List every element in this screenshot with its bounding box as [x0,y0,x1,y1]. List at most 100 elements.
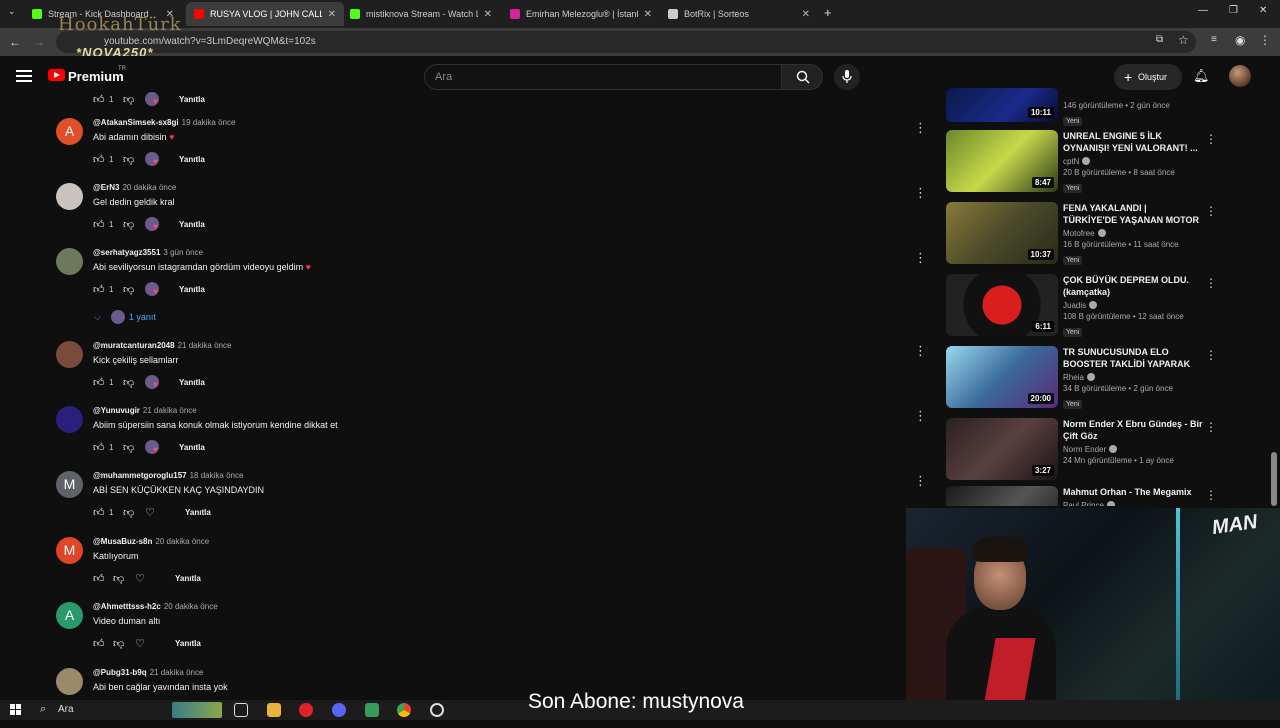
like-icon[interactable]: 👍︎ [93,93,105,106]
comment-author[interactable]: @Pubg31-b9q [93,668,147,677]
like-icon[interactable]: 👍︎ [93,506,105,519]
comment-author[interactable]: @muhammetgoroglu157 [93,471,187,480]
related-video[interactable]: 10:11 146 görüntüleme • 2 gün önce Yeni [946,88,1216,126]
like-icon[interactable]: 👍︎ [93,376,105,389]
media-controls-icon[interactable]: ≡ [1211,34,1217,45]
video-title[interactable]: Norm Ender X Ebru Gündeş - Bir Çift Göz [1063,418,1203,442]
video-title[interactable]: UNREAL ENGINE 5 İLK OYNANIŞI! YENİ VALOR… [1063,130,1203,154]
video-menu-icon[interactable]: ⋮ [1205,132,1217,146]
comment-time[interactable]: 20 dakika önce [155,537,209,546]
video-thumbnail[interactable]: 10:11 [946,88,1058,122]
opera-icon[interactable] [299,703,313,717]
create-button[interactable]: + Oluştur [1114,64,1182,90]
windows-start-icon[interactable] [10,704,21,715]
comment-author[interactable]: @muratcanturan2048 [93,341,175,350]
video-thumbnail[interactable]: 10:37 [946,202,1058,264]
channel-name[interactable]: Paul Prince [1063,501,1104,506]
channel-name[interactable]: Juadis [1063,301,1086,310]
new-tab-icon[interactable]: + [824,5,832,20]
channel-name[interactable]: Rheia [1063,373,1084,382]
like-icon[interactable]: 👍︎ [93,283,105,296]
browser-tab[interactable]: mistiknova Stream - Watch Live ✕ [342,2,500,26]
file-explorer-icon[interactable] [267,703,281,717]
related-video[interactable]: Mahmut Orhan - The Megamix Paul Prince ⋮ [946,486,1216,506]
related-video[interactable]: 6:11 ÇOK BÜYÜK DEPREM OLDU. (kamçatka) Jua… [946,274,1217,338]
menu-icon[interactable] [16,70,32,82]
comment-menu-icon[interactable]: ⋮ [914,343,927,359]
voice-search-button[interactable] [834,64,860,90]
commenter-avatar[interactable]: A [56,602,83,629]
like-icon[interactable]: 👍︎ [93,441,105,454]
comment-author[interactable]: @MusaBuz-s8n [93,537,152,546]
commenter-avatar[interactable]: M [56,471,83,498]
tab-close-icon[interactable]: ✕ [644,9,652,20]
heart-outline-icon[interactable]: ♡ [135,637,165,650]
address-bar[interactable]: youtube.com/watch?v=3LmDeqreWQM&t=102s [56,31,1196,53]
reply-button[interactable]: Yanıtla [179,443,205,452]
notifications-bell-icon[interactable]: 🔔︎ [1193,68,1210,84]
video-title[interactable]: FENA YAKALANDI | TÜRKİYE'DE YAŞANAN MOTO… [1063,202,1203,226]
reply-button[interactable]: Yanıtla [175,574,201,583]
youtube-logo-icon[interactable] [48,69,65,81]
video-title[interactable]: TR SUNUCUSUNDA ELO BOOSTER TAKLİDİ YAPAR… [1063,346,1203,370]
comment-time[interactable]: 21 dakika önce [143,406,197,415]
view-replies-button[interactable]: ⌵ 1 yanıt [94,310,156,324]
heart-outline-icon[interactable]: ♡ [145,506,175,519]
tab-close-icon[interactable]: ✕ [328,9,336,20]
forward-icon[interactable]: → [33,35,45,49]
scrollbar-thumb[interactable] [1271,452,1277,506]
reply-button[interactable]: Yanıtla [179,285,205,294]
tab-search-icon[interactable]: ⌄ [8,6,16,17]
browser-tab[interactable]: RUSYA VLOG | JOHN CALLIANO ✕ [186,2,344,26]
dislike-icon[interactable]: 👎︎ [123,93,145,106]
dislike-icon[interactable]: 👎︎ [123,376,145,389]
channel-name[interactable]: Norm Ender [1063,445,1106,454]
browser-menu-icon[interactable]: ⋮ [1259,33,1271,47]
dislike-icon[interactable]: 👎︎ [123,218,145,231]
related-video[interactable]: 20:00 TR SUNUCUSUNDA ELO BOOSTER TAKLİDİ … [946,346,1217,410]
like-icon[interactable]: 👍︎ [93,218,105,231]
comment-author[interactable]: @Yunuvugir [93,406,140,415]
comment-author[interactable]: @ErN3 [93,183,119,192]
comment-time[interactable]: 20 dakika önce [164,602,218,611]
channel-name[interactable]: Motofree [1063,229,1095,238]
browser-tab[interactable]: Emirhan Melezoglu® | İstanbul ✕ [502,2,660,26]
dislike-icon[interactable]: 👎︎ [123,506,145,519]
tab-close-icon[interactable]: ✕ [802,9,810,20]
dislike-icon[interactable]: 👎︎ [113,637,135,650]
reply-button[interactable]: Yanıtla [179,95,205,104]
video-thumbnail[interactable]: 6:11 [946,274,1058,336]
video-menu-icon[interactable]: ⋮ [1205,204,1217,218]
profile-icon[interactable]: ◉ [1235,33,1245,47]
browser-tab[interactable]: BotRix | Sorteos ✕ [660,2,818,26]
close-window-icon[interactable]: ✕ [1259,5,1267,16]
bookmark-star-icon[interactable]: ☆ [1178,33,1189,47]
video-thumbnail[interactable]: 20:00 [946,346,1058,408]
video-thumbnail[interactable]: 3:27 [946,418,1058,480]
search-input[interactable]: Ara [424,64,782,90]
commenter-avatar[interactable] [56,183,83,210]
video-title[interactable]: Mahmut Orhan - The Megamix [1063,486,1203,498]
reply-button[interactable]: Yanıtla [179,220,205,229]
related-video[interactable]: 8:47 UNREAL ENGINE 5 İLK OYNANIŞI! YENİ V… [946,130,1217,194]
obs-icon[interactable] [430,703,444,717]
dislike-icon[interactable]: 👎︎ [113,572,135,585]
comment-menu-icon[interactable]: ⋮ [914,185,927,201]
comment-author[interactable]: @AtakanSimsek-sx8gi [93,118,179,127]
dislike-icon[interactable]: 👎︎ [123,153,145,166]
comment-menu-icon[interactable]: ⋮ [914,408,927,424]
weather-widget-icon[interactable] [172,702,222,718]
comment-time[interactable]: 21 dakika önce [150,668,204,677]
related-video[interactable]: 3:27 Norm Ender X Ebru Gündeş - Bir Çift … [946,418,1217,482]
dislike-icon[interactable]: 👎︎ [123,441,145,454]
comment-time[interactable]: 18 dakika önce [190,471,244,480]
video-thumbnail[interactable]: 8:47 [946,130,1058,192]
comment-time[interactable]: 21 dakika önce [178,341,232,350]
comment-time[interactable]: 3 gün önce [163,248,203,257]
install-app-icon[interactable]: ⧉ [1156,34,1163,45]
chrome-icon[interactable] [397,703,411,717]
video-menu-icon[interactable]: ⋮ [1205,348,1217,362]
reply-button[interactable]: Yanıtla [179,378,205,387]
restore-icon[interactable]: ❐ [1229,5,1238,16]
video-menu-icon[interactable]: ⋮ [1205,420,1217,434]
